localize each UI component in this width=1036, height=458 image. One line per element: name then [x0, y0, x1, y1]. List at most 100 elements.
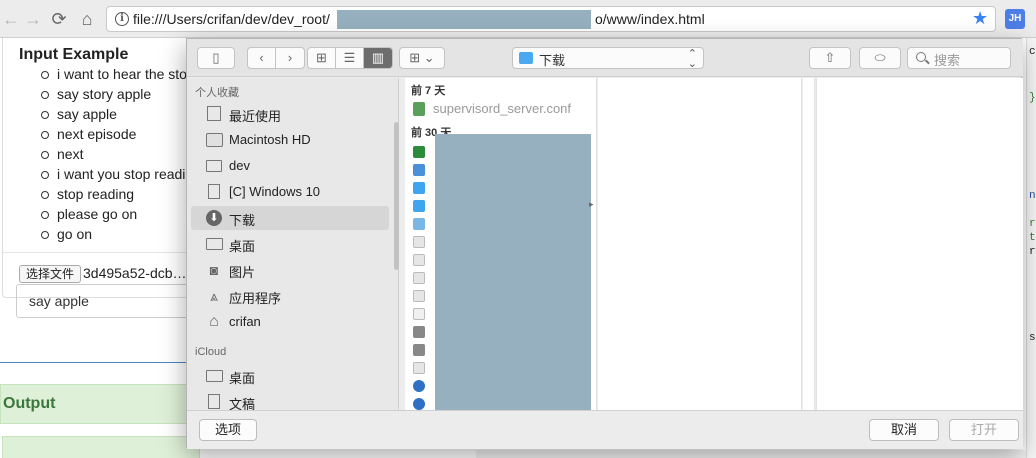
location-label: 下载 — [539, 53, 566, 68]
group-header-7-days: 前 7 天 — [411, 85, 446, 97]
audio-file-icon — [413, 254, 425, 266]
redacted-file-list — [435, 134, 591, 410]
sidebar-item-downloads[interactable]: ⬇ 下载 — [191, 206, 389, 230]
sidebar-item-label: 桌面 — [229, 239, 256, 254]
file-column-narrow — [803, 78, 815, 410]
text-file-icon — [413, 308, 425, 320]
search-icon — [916, 52, 926, 62]
page-background-strip — [476, 450, 1026, 458]
cancel-button[interactable]: 取消 — [869, 419, 939, 441]
list-item: i want you stop readi — [41, 164, 187, 184]
forward-arrow-icon[interactable]: → — [22, 8, 44, 30]
qr-image-icon — [413, 326, 425, 338]
sidebar-item-pictures[interactable]: ◙ 图片 — [191, 258, 389, 282]
document-icon — [208, 184, 220, 199]
favorites-header: 个人收藏 — [195, 87, 239, 99]
list-item: next — [41, 144, 187, 164]
sidebar-item-recents[interactable]: 最近使用 — [191, 102, 389, 126]
address-bar[interactable]: i file:///Users/crifan/dev/dev_root/ o/w… — [106, 6, 996, 32]
qr-image-icon — [413, 344, 425, 356]
icloud-header: iCloud — [195, 346, 227, 358]
code-panel-edge: ca }, n0 re tr r sir — [1026, 38, 1036, 458]
sidebar-item-applications[interactable]: ⩓ 应用程序 — [191, 284, 389, 308]
code-fragment: tr — [1029, 232, 1036, 244]
column-view-icon[interactable]: ▥ — [364, 48, 392, 68]
list-item: stop reading — [41, 184, 187, 204]
sidebar-item-label: Macintosh HD — [229, 132, 311, 147]
code-fragment: sir — [1029, 332, 1036, 344]
document-icon — [413, 272, 425, 284]
image-file-icon — [413, 218, 425, 230]
sidebar-item-macintosh-hd[interactable]: Macintosh HD — [191, 128, 389, 152]
sidebar-item-windows[interactable]: [C] Windows 10 — [191, 180, 389, 204]
sidebar-item-home[interactable]: ⌂ crifan — [191, 310, 389, 334]
sidebar-toggle-icon[interactable]: ▯ — [197, 47, 235, 69]
sidebar-item-icloud-desktop[interactable]: 桌面 — [191, 364, 389, 388]
search-placeholder: 搜索 — [934, 53, 961, 68]
input-example-title: Input Example — [19, 46, 129, 63]
file-input-row: 选择文件 3d495a52-dcb… — [3, 252, 203, 283]
reload-icon[interactable]: ⟳ — [48, 8, 70, 30]
back-forward-group: ‹ › — [247, 47, 305, 69]
code-fragment: re — [1029, 218, 1036, 230]
forward-chevron-icon[interactable]: › — [276, 48, 304, 68]
arrange-menu-icon[interactable]: ⊞ ⌄ — [399, 47, 445, 69]
back-arrow-icon[interactable]: ← — [0, 8, 22, 30]
list-item: next episode — [41, 124, 187, 144]
dialog-toolbar: ▯ ‹ › ⊞ ☰ ▥ ⊞ ⌄ 下载 ⌃ ⌄ ⇧ ⬭ 搜索 — [187, 39, 1023, 77]
list-item: go on — [41, 224, 187, 244]
bookmark-star-icon[interactable]: ★ — [972, 8, 988, 28]
info-icon[interactable]: i — [115, 12, 129, 26]
camera-icon: ◙ — [209, 262, 219, 278]
location-popup[interactable]: 下载 ⌃ ⌄ — [512, 47, 704, 70]
sidebar-item-label: crifan — [229, 314, 261, 329]
download-icon: ⬇ — [206, 210, 222, 226]
code-fragment: }, — [1029, 92, 1036, 104]
file-column-downloads: 前 7 天 supervisord_server.conf 前 30 天 — [405, 78, 597, 410]
share-icon[interactable]: ⇧ — [809, 47, 851, 69]
file-column-empty — [598, 78, 802, 410]
text-input[interactable]: say apple — [16, 284, 202, 318]
sidebar-item-label: 应用程序 — [229, 291, 282, 306]
code-fragment: n0 — [1029, 190, 1036, 202]
list-item: please go on — [41, 204, 187, 224]
output-content — [2, 436, 200, 458]
file-name: supervisord_server.conf — [433, 101, 572, 116]
chosen-file-name: 3d495a52-dcb… — [83, 265, 187, 281]
sidebar-item-label: dev — [229, 158, 250, 173]
list-view-icon[interactable]: ☰ — [336, 48, 364, 68]
open-button[interactable]: 打开 — [949, 419, 1019, 441]
sidebar-item-label: 桌面 — [229, 371, 256, 386]
preview-column — [816, 78, 1023, 410]
extension-badge[interactable]: JH — [1005, 9, 1025, 29]
excel-file-icon — [413, 146, 425, 158]
options-button[interactable]: 选项 — [199, 419, 257, 441]
home-icon[interactable]: ⌂ — [76, 8, 98, 30]
search-field[interactable]: 搜索 — [907, 47, 1011, 69]
applications-icon: ⩓ — [210, 288, 218, 304]
column-arrow-icon: ▸ — [589, 199, 594, 209]
sidebar-item-label: 最近使用 — [229, 109, 282, 124]
dialog-sidebar: 个人收藏 最近使用 Macintosh HD dev [C] Windows 1… — [187, 78, 399, 412]
url-text-end: o/www/index.html — [595, 11, 705, 27]
app-file-icon — [413, 164, 425, 176]
sidebar-item-label: 下载 — [229, 213, 256, 228]
updown-chevron-icon: ⌃ ⌄ — [687, 48, 697, 70]
folder-icon — [519, 52, 533, 64]
icon-view-icon[interactable]: ⊞ — [308, 48, 336, 68]
output-panel: Output — [0, 384, 200, 424]
choose-file-button[interactable]: 选择文件 — [19, 265, 82, 283]
recents-icon — [207, 106, 221, 121]
list-item[interactable]: supervisord_server.conf — [405, 99, 596, 119]
web-file-icon — [413, 398, 425, 410]
sidebar-item-desktop[interactable]: 桌面 — [191, 232, 389, 256]
sidebar-scrollbar[interactable] — [394, 122, 399, 270]
audio-file-icon — [413, 236, 425, 248]
tag-icon[interactable]: ⬭ — [859, 47, 901, 69]
file-open-dialog: ▯ ‹ › ⊞ ☰ ▥ ⊞ ⌄ 下载 ⌃⌄ ⇧ ⬭ 搜索 个人收藏 最近使用 — [186, 38, 1023, 449]
url-redaction — [337, 10, 591, 29]
sidebar-item-dev[interactable]: dev — [191, 154, 389, 178]
view-mode-group: ⊞ ☰ ▥ — [307, 47, 393, 69]
code-fragment: r — [1029, 246, 1036, 258]
back-chevron-icon[interactable]: ‹ — [248, 48, 276, 68]
